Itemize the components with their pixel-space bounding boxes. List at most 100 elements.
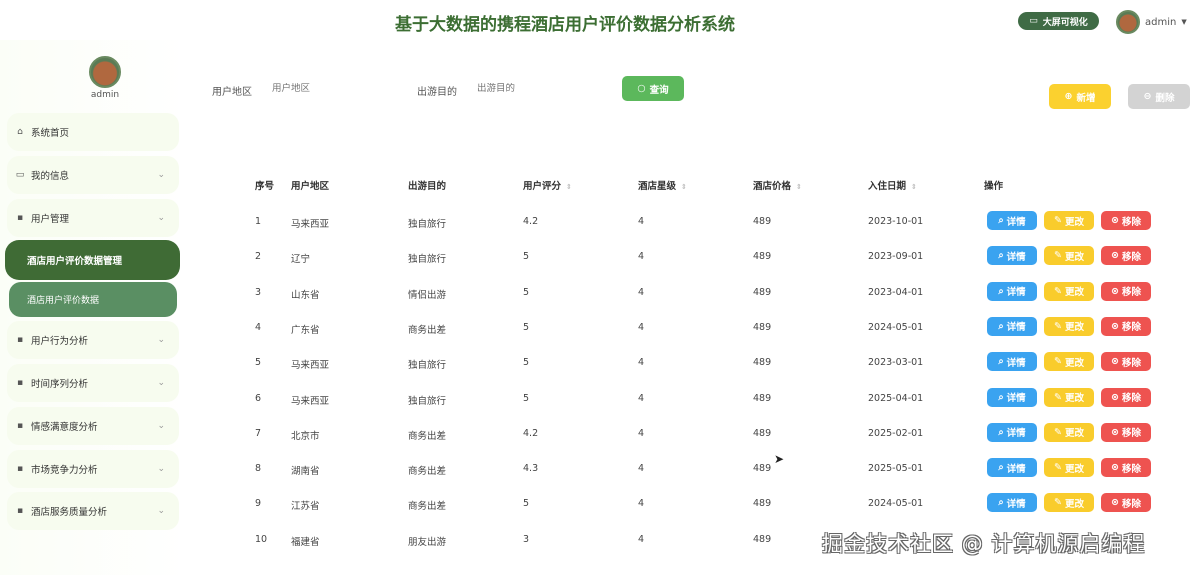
remove-icon: ⊗: [1111, 285, 1119, 297]
remove-button[interactable]: ⊗ 移除: [1101, 246, 1151, 266]
chevron-down-icon: ⌄: [157, 213, 165, 223]
remove-button[interactable]: ⊗ 移除: [1101, 281, 1151, 301]
edit-label: 更改: [1064, 357, 1084, 369]
sidebar-item-label: 酒店服务质量分析: [31, 507, 108, 518]
table-cell: 2025-04-01: [868, 392, 924, 404]
detail-button[interactable]: ⌕ 详情: [987, 281, 1037, 301]
remove-button[interactable]: ⊗ 移除: [1101, 387, 1151, 407]
detail-label: 详情: [1006, 322, 1026, 334]
detail-button[interactable]: ⌕ 详情: [987, 422, 1037, 442]
delete-button[interactable]: ⊖ 删除: [1128, 84, 1190, 109]
grid-icon: ▪: [16, 378, 24, 388]
remove-icon: ⊗: [1111, 356, 1119, 368]
sidebar-item-3[interactable]: 酒店用户评价数据管理: [5, 240, 180, 280]
remove-button[interactable]: ⊗ 移除: [1101, 493, 1151, 513]
table-cell: 独自旅行: [408, 395, 447, 407]
sidebar-item-label: 情感满意度分析: [31, 422, 98, 433]
column-header[interactable]: 入住日期 ⇕: [868, 178, 917, 192]
detail-button[interactable]: ⌕ 详情: [987, 316, 1037, 336]
remove-button[interactable]: ⊗ 移除: [1101, 352, 1151, 372]
add-button[interactable]: ⊕ 新增: [1049, 84, 1111, 109]
edit-button[interactable]: ✎ 更改: [1044, 352, 1094, 372]
detail-button[interactable]: ⌕ 详情: [987, 246, 1037, 266]
table-cell: 3: [255, 286, 262, 298]
sidebar-item-1[interactable]: ▭ 我的信息 ⌄: [7, 156, 179, 194]
sidebar-item-0[interactable]: ⌂ 系统首页: [7, 113, 179, 151]
bigscreen-button[interactable]: ▭ 大屏可视化: [1018, 12, 1099, 30]
table-cell: 489: [753, 321, 772, 333]
sidebar-item-9[interactable]: ▪ 酒店服务质量分析 ⌄: [7, 492, 179, 530]
edit-button[interactable]: ✎ 更改: [1044, 246, 1094, 266]
table-cell: 489: [753, 533, 772, 545]
edit-label: 更改: [1064, 498, 1084, 510]
table-cell: 5: [523, 392, 530, 404]
remove-button[interactable]: ⊗ 移除: [1101, 211, 1151, 230]
detail-icon: ⌕: [998, 250, 1004, 262]
table-cell: 独自旅行: [408, 219, 447, 230]
edit-button[interactable]: ✎ 更改: [1044, 316, 1094, 336]
detail-button[interactable]: ⌕ 详情: [987, 458, 1037, 478]
sidebar-item-8[interactable]: ▪ 市场竞争力分析 ⌄: [7, 450, 179, 488]
sidebar-item-6[interactable]: ▪ 时间序列分析 ⌄: [7, 364, 179, 402]
column-header[interactable]: 用户评分 ⇕: [523, 178, 572, 192]
sidebar-item-5[interactable]: ▪ 用户行为分析 ⌄: [7, 321, 179, 359]
detail-button[interactable]: ⌕ 详情: [987, 352, 1037, 372]
column-header[interactable]: 酒店星级 ⇕: [638, 178, 687, 192]
column-header: 序号: [255, 178, 274, 192]
remove-button[interactable]: ⊗ 移除: [1101, 458, 1151, 478]
query-label: 查询: [649, 84, 669, 96]
sidebar-item-label: 酒店用户评价数据管理: [27, 256, 123, 267]
region-input[interactable]: [272, 83, 382, 94]
column-header-label: 用户地区: [291, 181, 330, 192]
column-header[interactable]: 酒店价格 ⇕: [753, 178, 802, 192]
edit-button[interactable]: ✎ 更改: [1044, 387, 1094, 407]
table-cell: 独自旅行: [408, 360, 447, 372]
purpose-input[interactable]: [477, 83, 587, 94]
sort-icon[interactable]: ⇕: [681, 183, 687, 191]
detail-icon: ⌕: [998, 215, 1004, 226]
remove-icon: ⊗: [1111, 215, 1119, 226]
query-button[interactable]: ○ 查询: [622, 76, 684, 101]
edit-button[interactable]: ✎ 更改: [1044, 281, 1094, 301]
edit-button[interactable]: ✎ 更改: [1044, 458, 1094, 478]
remove-label: 移除: [1121, 216, 1141, 228]
table-cell: 1: [255, 216, 262, 227]
remove-button[interactable]: ⊗ 移除: [1101, 422, 1151, 442]
edit-label: 更改: [1064, 216, 1084, 228]
remove-label: 移除: [1121, 428, 1141, 440]
edit-button[interactable]: ✎ 更改: [1044, 422, 1094, 442]
table-cell: 商务出差: [408, 501, 447, 513]
column-header: 操作: [984, 178, 1003, 192]
watermark: 掘金技术社区 @ 计算机源启编程: [822, 532, 1146, 556]
table-cell: 4.2: [523, 427, 539, 439]
table-cell: 2: [255, 251, 262, 263]
chevron-down-icon: ⌄: [157, 170, 165, 180]
detail-button[interactable]: ⌕ 详情: [987, 211, 1037, 230]
table-cell: 4.3: [523, 463, 539, 475]
sidebar-item-2[interactable]: ▪ 用户管理 ⌄: [7, 199, 179, 237]
sort-icon[interactable]: ⇕: [911, 183, 917, 191]
remove-icon: ⊗: [1111, 250, 1119, 262]
sidebar-username: admin: [90, 90, 120, 100]
table-cell: 3: [523, 533, 530, 545]
table-cell: 4: [638, 498, 645, 510]
edit-button[interactable]: ✎ 更改: [1044, 211, 1094, 230]
remove-button[interactable]: ⊗ 移除: [1101, 316, 1151, 336]
chevron-down-icon: ⌄: [157, 464, 165, 474]
table-cell: 489: [753, 286, 772, 298]
add-label: 新增: [1076, 92, 1096, 104]
column-header-label: 出游目的: [408, 181, 447, 192]
edit-button[interactable]: ✎ 更改: [1044, 493, 1094, 513]
sidebar-item-7[interactable]: ▪ 情感满意度分析 ⌄: [7, 407, 179, 445]
sidebar-item-4[interactable]: 酒店用户评价数据: [9, 282, 177, 317]
user-menu[interactable]: admin ▼: [1116, 10, 1187, 34]
sort-icon[interactable]: ⇕: [566, 183, 572, 191]
table-cell: 10: [255, 533, 268, 545]
sort-icon[interactable]: ⇕: [796, 183, 802, 191]
table-cell: 4: [638, 357, 645, 369]
detail-label: 详情: [1006, 287, 1026, 299]
table-cell: 489: [753, 427, 772, 439]
table-cell: 2023-03-01: [868, 357, 924, 369]
detail-button[interactable]: ⌕ 详情: [987, 387, 1037, 407]
detail-button[interactable]: ⌕ 详情: [987, 493, 1037, 513]
